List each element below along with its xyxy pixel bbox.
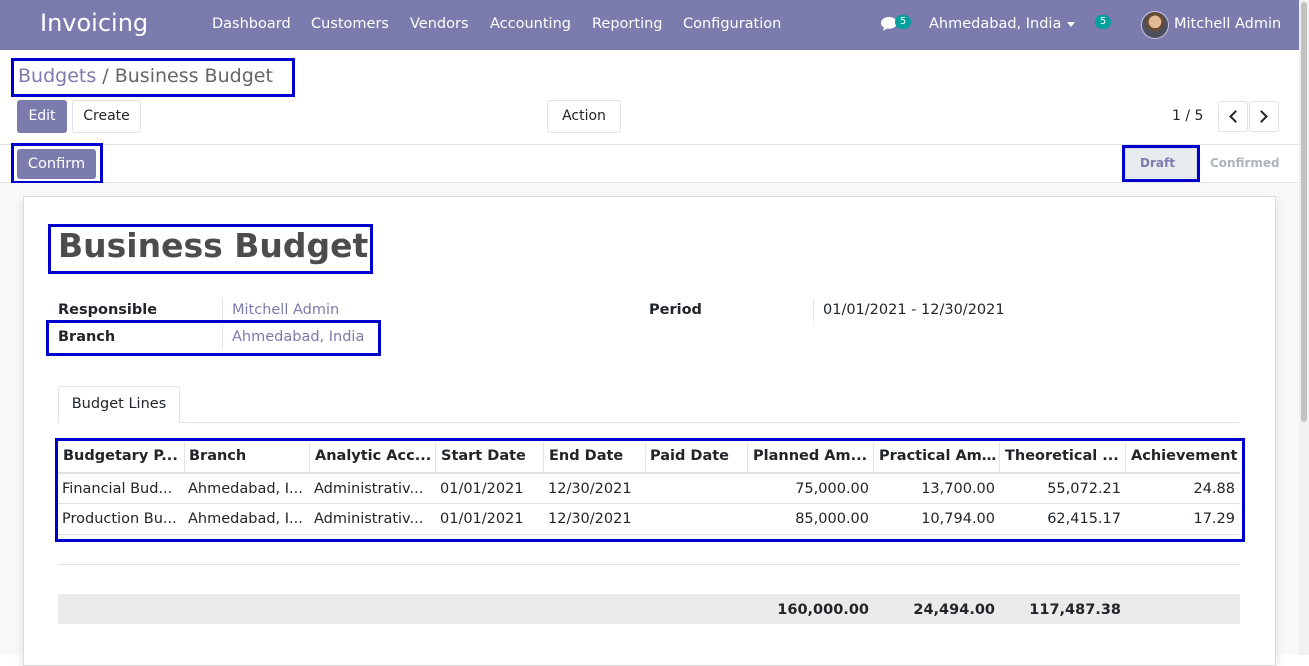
chevron-down-icon (1067, 21, 1076, 27)
messages-badge: 5 (895, 15, 911, 29)
breadcrumb-current: Business Budget (114, 65, 273, 87)
status-draft[interactable]: Draft (1140, 156, 1175, 170)
menu-customers[interactable]: Customers (311, 16, 389, 32)
cell-practical-amount[interactable]: 13,700.00 (877, 481, 995, 497)
cell-achievement[interactable]: 24.88 (1129, 481, 1235, 497)
table-header-divider (58, 472, 1240, 474)
column-divider (309, 442, 310, 472)
column-divider (873, 442, 874, 472)
menu-vendors[interactable]: Vendors (410, 16, 469, 32)
field-divider (222, 325, 223, 349)
edit-button[interactable]: Edit (17, 100, 67, 133)
tab-budget-lines[interactable]: Budget Lines (58, 386, 180, 423)
status-confirmed[interactable]: Confirmed (1210, 156, 1280, 170)
column-header-paid-date[interactable]: Paid Date (650, 448, 745, 464)
user-menu[interactable]: Mitchell Admin (1174, 16, 1281, 32)
cell-branch[interactable]: Ahmedabad, I... (188, 511, 306, 527)
scrollbar-thumb[interactable] (1301, 2, 1307, 422)
column-header-analytic-account[interactable]: Analytic Acc... (315, 448, 433, 464)
menu-reporting[interactable]: Reporting (592, 16, 663, 32)
pager-next-button[interactable] (1249, 101, 1279, 132)
column-header-planned-amount[interactable]: Planned Am... (753, 448, 871, 464)
cell-theoretical-amount[interactable]: 62,415.17 (1003, 511, 1121, 527)
page-title[interactable]: Business Budget (58, 226, 368, 265)
branch-label: Branch (58, 329, 116, 345)
field-divider (222, 298, 223, 322)
cell-planned-amount[interactable]: 75,000.00 (751, 481, 869, 497)
period-label: Period (649, 302, 702, 318)
top-navbar: Invoicing Dashboard Customers Vendors Ac… (0, 0, 1299, 50)
branch-switcher-label: Ahmedabad, India (929, 16, 1062, 32)
pager-previous-button[interactable] (1218, 101, 1248, 132)
row-divider (58, 534, 1240, 535)
responsible-field[interactable]: Mitchell Admin (232, 302, 339, 318)
menu-dashboard[interactable]: Dashboard (212, 16, 291, 32)
tab-divider (58, 422, 1240, 423)
column-header-start-date[interactable]: Start Date (441, 448, 541, 464)
total-theoretical-amount: 117,487.38 (1029, 602, 1121, 618)
menu-configuration[interactable]: Configuration (683, 16, 781, 32)
period-field[interactable]: 01/01/2021 - 12/30/2021 (823, 302, 1005, 318)
cell-achievement[interactable]: 17.29 (1129, 511, 1235, 527)
cell-start-date[interactable]: 01/01/2021 (440, 481, 540, 497)
cell-budgetary-position[interactable]: Financial Bud... (62, 481, 182, 497)
status-bar (0, 144, 1299, 183)
column-divider (435, 442, 436, 472)
cell-planned-amount[interactable]: 85,000.00 (751, 511, 869, 527)
total-practical-amount: 24,494.00 (913, 602, 995, 618)
app-name[interactable]: Invoicing (40, 9, 148, 37)
cell-end-date[interactable]: 12/30/2021 (548, 511, 643, 527)
cell-start-date[interactable]: 01/01/2021 (440, 511, 540, 527)
chevron-right-icon (1255, 110, 1268, 123)
column-header-theoretical-amount[interactable]: Theoretical ... (1005, 448, 1123, 464)
column-divider (999, 442, 1000, 472)
column-header-end-date[interactable]: End Date (549, 448, 644, 464)
breadcrumb-budgets-link[interactable]: Budgets (18, 65, 96, 87)
chevron-left-icon (1229, 110, 1242, 123)
column-header-practical-amount[interactable]: Practical Am... (879, 448, 997, 464)
responsible-label: Responsible (58, 302, 158, 318)
column-header-budgetary-position[interactable]: Budgetary P... (63, 448, 181, 464)
column-divider (543, 442, 544, 472)
column-divider (1125, 442, 1126, 472)
row-divider (58, 564, 1240, 565)
avatar[interactable] (1141, 11, 1169, 39)
cell-analytic-account[interactable]: Administrativ... (314, 511, 432, 527)
menu-accounting[interactable]: Accounting (490, 16, 571, 32)
column-divider (645, 442, 646, 472)
total-planned-amount: 160,000.00 (777, 602, 869, 618)
column-header-branch[interactable]: Branch (189, 448, 307, 464)
column-header-achievement[interactable]: Achievement (1131, 448, 1239, 464)
create-button[interactable]: Create (72, 100, 141, 133)
field-divider (813, 298, 814, 322)
column-divider (184, 442, 185, 472)
branch-field[interactable]: Ahmedabad, India (232, 329, 364, 345)
activity-badge[interactable]: 5 (1095, 15, 1111, 29)
cell-budgetary-position[interactable]: Production Bu... (62, 511, 182, 527)
pager-value[interactable]: 1 / 5 (1172, 108, 1203, 124)
cell-theoretical-amount[interactable]: 55,072.21 (1003, 481, 1121, 497)
row-divider (58, 503, 1240, 504)
breadcrumb: Budgets / Business Budget (18, 65, 273, 87)
cell-branch[interactable]: Ahmedabad, I... (188, 481, 306, 497)
column-divider (747, 442, 748, 472)
action-button[interactable]: Action (547, 100, 621, 133)
cell-end-date[interactable]: 12/30/2021 (548, 481, 643, 497)
confirm-button[interactable]: Confirm (17, 149, 96, 179)
cell-analytic-account[interactable]: Administrativ... (314, 481, 432, 497)
cell-practical-amount[interactable]: 10,794.00 (877, 511, 995, 527)
breadcrumb-separator: / (96, 65, 115, 87)
branch-switcher[interactable]: Ahmedabad, India (929, 16, 1076, 32)
